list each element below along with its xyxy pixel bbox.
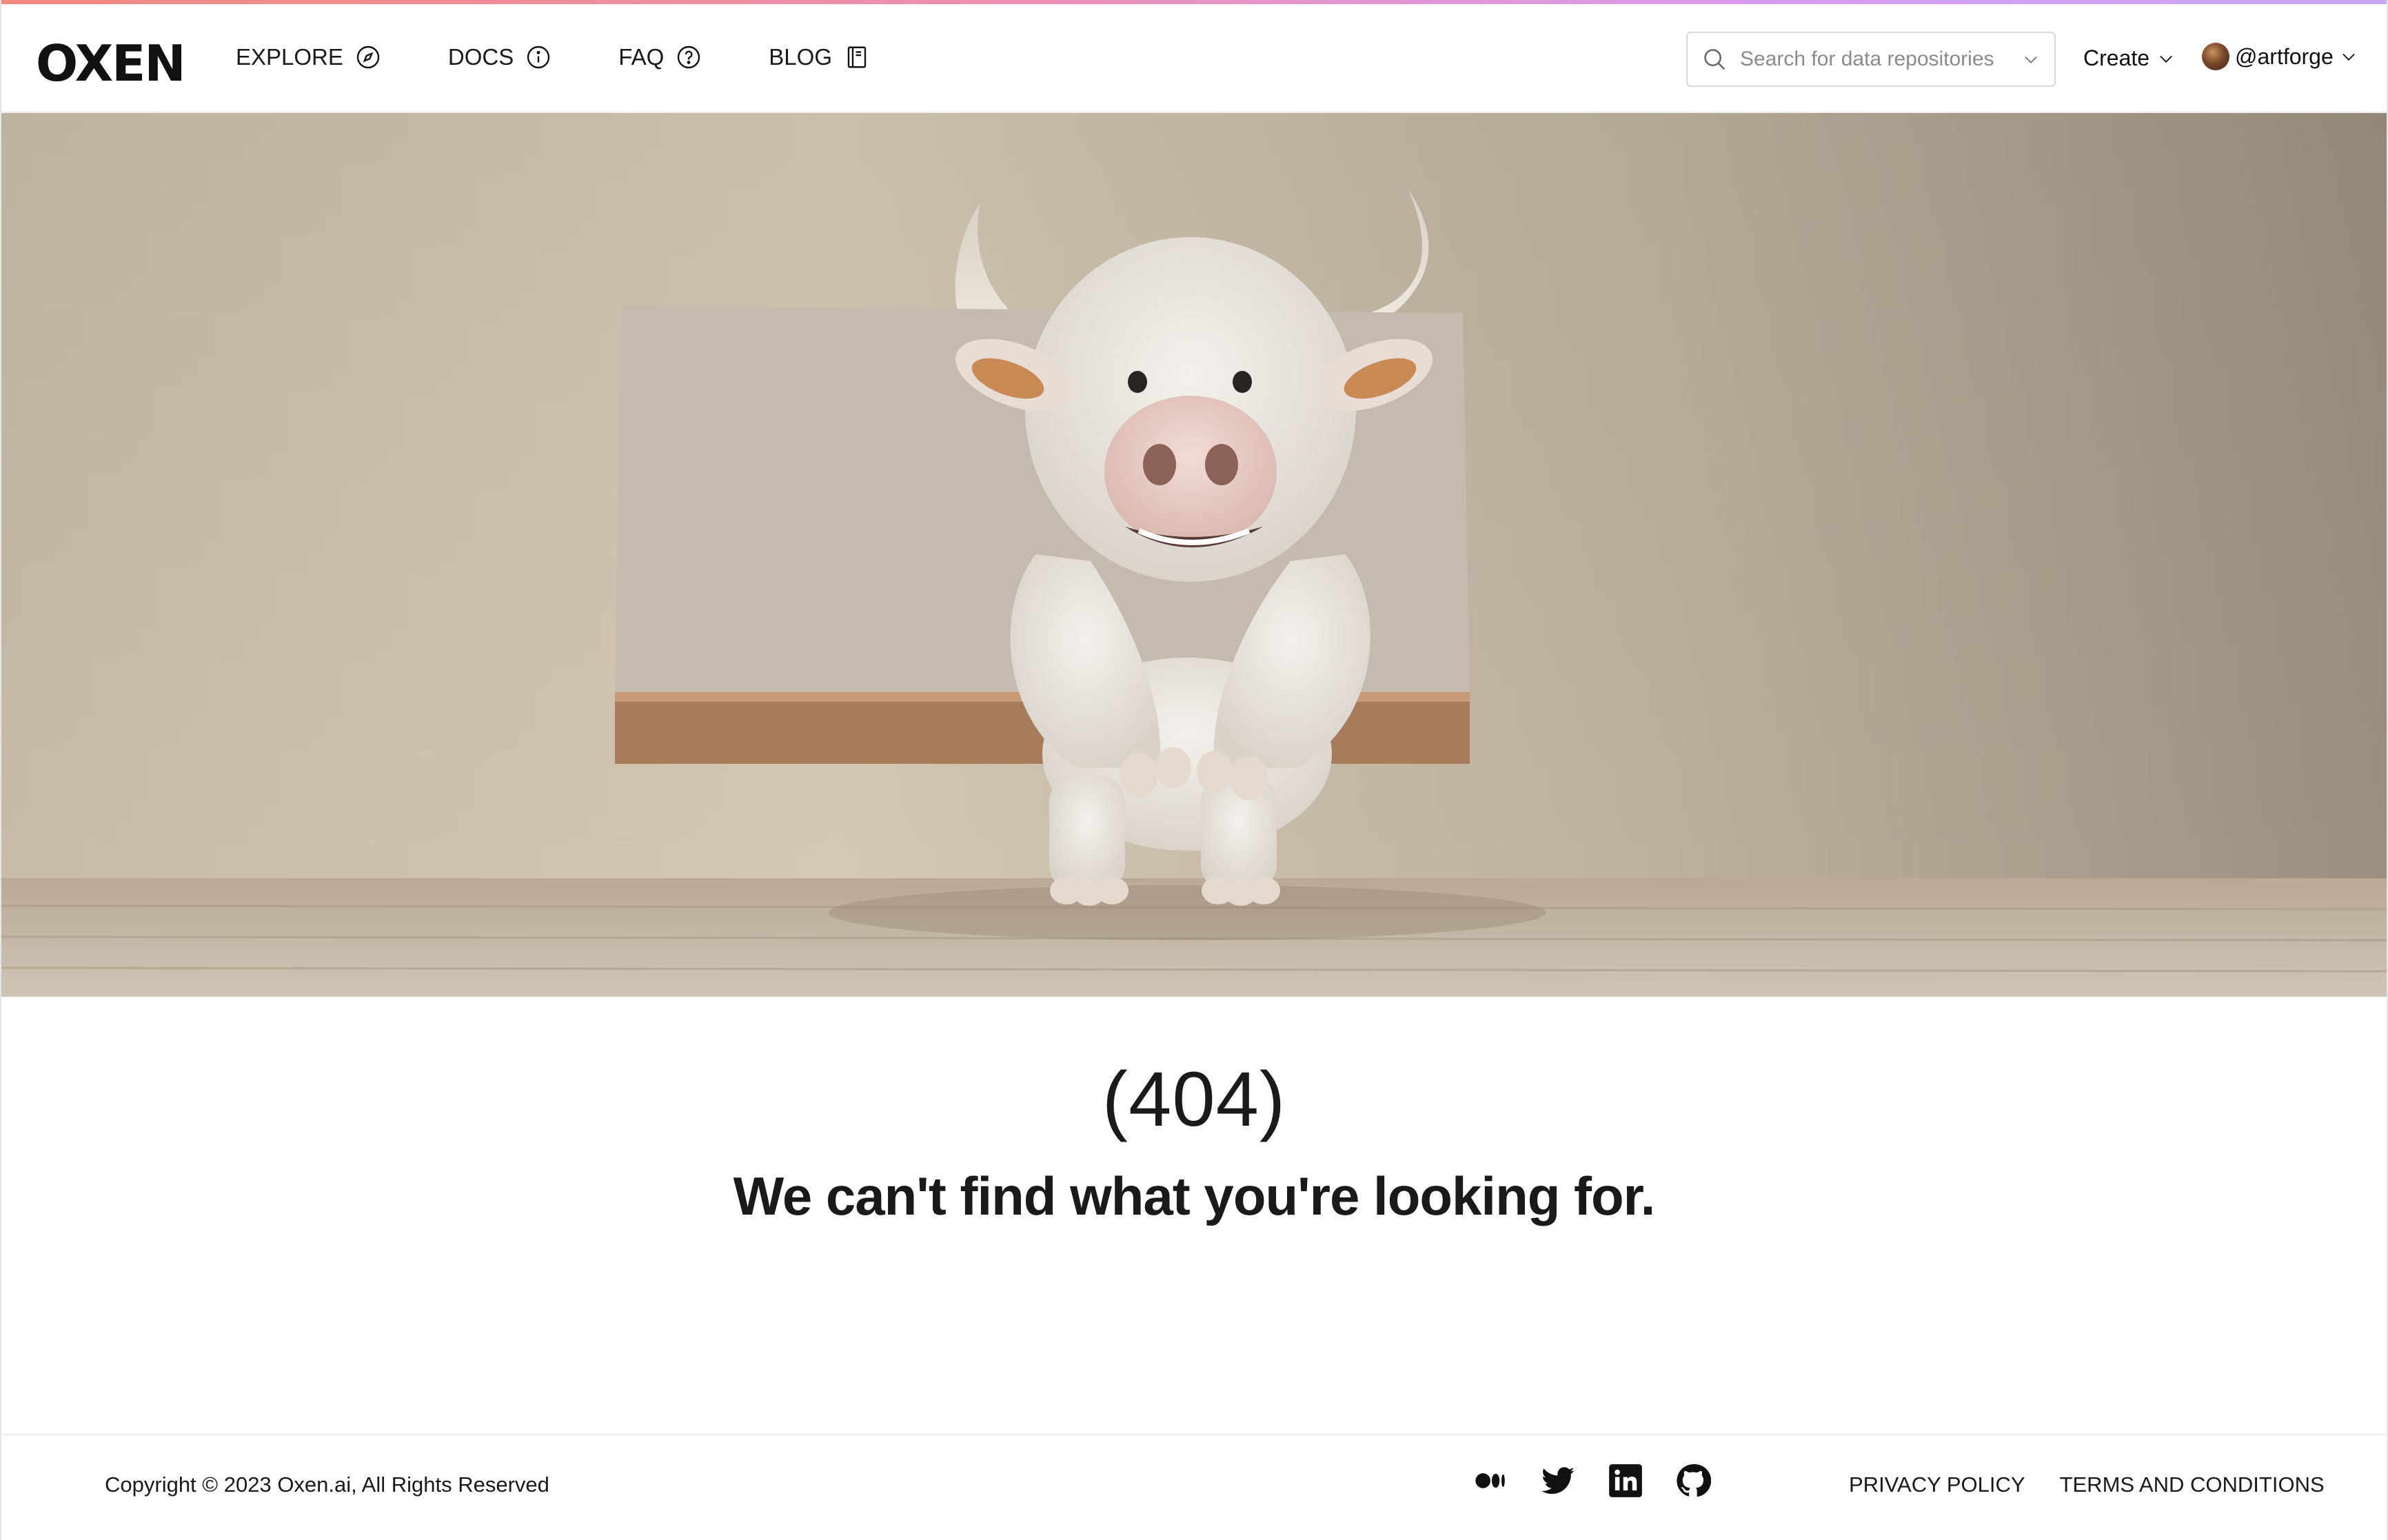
username: @artforge [2235, 43, 2334, 69]
error-code: (404) [1102, 1056, 1286, 1142]
info-icon [527, 45, 550, 69]
nav-blog-label: BLOG [769, 44, 832, 70]
book-icon [847, 46, 867, 68]
chevron-down-icon [2342, 53, 2355, 61]
error-message: We can't find what you're looking for. [733, 1166, 1656, 1226]
nav-docs[interactable]: DOCS [448, 44, 551, 70]
user-menu[interactable]: @artforge [2202, 43, 2358, 70]
nav-explore-label: EXPLORE [236, 44, 343, 70]
nav-faq[interactable]: FAQ [618, 44, 701, 70]
main-nav: EXPLORE DOCS FAQ BLOG [236, 44, 937, 70]
question-icon [678, 45, 700, 69]
create-label: Create [2083, 45, 2150, 70]
terms-link[interactable]: TERMS AND CONDITIONS [2060, 1472, 2325, 1497]
avatar [2202, 43, 2229, 70]
nav-explore[interactable]: EXPLORE [236, 44, 381, 70]
github-icon[interactable] [1675, 1463, 1712, 1499]
page: OXEN EXPLORE DOCS FAQ BLOG Search for da… [0, 0, 2388, 1540]
search-box[interactable] [1686, 32, 2056, 87]
nav-docs-label: DOCS [447, 44, 514, 70]
compass-icon [356, 45, 380, 69]
chevron-down-icon [2160, 55, 2172, 63]
hero-image [1, 113, 2387, 997]
chevron-down-icon[interactable] [2021, 50, 2041, 69]
linkedin-icon[interactable] [1608, 1463, 1643, 1499]
top-navbar: OXEN EXPLORE DOCS FAQ BLOG Search for da… [1, 4, 2387, 113]
medium-icon[interactable] [1473, 1463, 1508, 1499]
oxen-logo[interactable]: OXEN [36, 34, 186, 92]
privacy-policy-link[interactable]: PRIVACY POLICY [1849, 1472, 2025, 1497]
legal-links: PRIVACY POLICY TERMS AND CONDITIONS [1849, 1472, 2325, 1497]
social-links [1473, 1463, 1712, 1499]
copyright-text: Copyright © 2023 Oxen.ai, All Rights Res… [105, 1472, 549, 1497]
twitter-icon[interactable] [1540, 1463, 1576, 1499]
ox-illustration [1, 113, 2387, 997]
nav-faq-label: FAQ [618, 44, 665, 70]
nav-blog[interactable]: BLOG [769, 44, 869, 70]
search-input[interactable] [1740, 48, 2021, 71]
footer: Copyright © 2023 Oxen.ai, All Rights Res… [1, 1434, 2387, 1540]
create-dropdown[interactable]: Create [2083, 45, 2176, 71]
search-icon [1704, 49, 1726, 70]
